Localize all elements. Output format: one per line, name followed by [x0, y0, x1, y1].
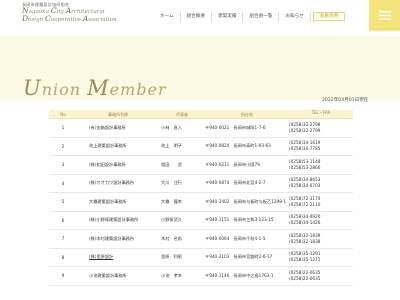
- row-fax: (0258)35-1271: [289, 257, 321, 263]
- row-address: 〒940-0064 長岡市千秋4-1-5: [205, 235, 266, 241]
- col-representative: 代表者: [176, 112, 188, 117]
- row-tel-fax: (0258)22-0635 (0258)22-0635: [289, 267, 353, 285]
- col-office-name: 事務所名称: [108, 112, 128, 117]
- row-fax: (0258)72-2110: [289, 201, 321, 207]
- row-office-name: 大橋建築設計事務所: [77, 193, 159, 211]
- row-no: 4: [61, 180, 65, 186]
- row-address: 〒940-2103 長岡市宮路町2-6-17: [205, 254, 273, 260]
- row-tel-fax: (0258)35-1291 (0258)35-1271: [289, 249, 353, 267]
- table-row: 7 (株)木村建築設計事務所 木村 名前 〒940-0064 長岡市千秋4-1-5 (0…: [49, 230, 353, 249]
- office-name-text: 小池建築設計事務所: [89, 272, 127, 278]
- row-representative: 大橋 龍幸: [161, 198, 182, 204]
- page-title: Union Member: [23, 76, 167, 100]
- office-name-text: (株)相田設計事務所: [89, 161, 126, 167]
- row-office-name: (株)オオカワ設計事務所: [77, 175, 159, 193]
- row-no: 8: [61, 254, 65, 260]
- row-address: 〒940-0824 長岡市高町1-93-63: [205, 143, 271, 149]
- row-address: 〒940-0211 長岡市小国79: [205, 161, 260, 167]
- nav-home[interactable]: ホーム: [154, 12, 180, 22]
- row-tel-fax: (0258)34-8653 (0258)34-0703: [289, 175, 353, 193]
- row-fax: (0258)32-2799: [289, 127, 321, 133]
- hamburger-menu-icon: [378, 11, 391, 20]
- office-name-text: (株)オオカワ設計事務所: [89, 180, 135, 186]
- row-fax: (0258)22-0635: [289, 275, 321, 281]
- menu-button[interactable]: [369, 0, 400, 31]
- table-body: 1 (有)金箱設計事務所 小林 直人 〒940-0021 長岡市城岡1-7-6 (025…: [49, 119, 353, 286]
- row-representative: 相田 武: [161, 161, 182, 167]
- row-office-name: 池上建築設計事務所: [77, 138, 159, 156]
- row-office-name: 小池建築設計事務所: [77, 267, 159, 285]
- office-name-text: (株)木村建築設計事務所: [89, 235, 135, 241]
- row-fax: (0258)32-1838: [289, 238, 321, 244]
- row-no: 5: [61, 199, 65, 205]
- row-no: 6: [61, 217, 65, 223]
- row-fax: (0258)34-1426: [289, 220, 321, 226]
- row-tel-fax: (0258)53-1148 (0258)53-2866: [289, 156, 353, 174]
- table-row: 5 大橋建築設計事務所 大橋 龍幸 〒940-2402 長岡市与板町与板乙1298-1…: [49, 193, 353, 212]
- row-tel-fax: (0258)72-3174 (0258)72-2110: [289, 193, 353, 211]
- member-table: No 事務所名称 代表者 所在地 TEL・FAX 1 (有)金箱設計事務所 小林 直…: [49, 110, 353, 286]
- row-no: 2: [61, 143, 65, 149]
- office-name-text: (株)小野塚建築設計事務所: [89, 217, 139, 223]
- row-office-name: (株)小野塚建築設計事務所: [77, 212, 159, 230]
- row-tel-fax: (0258)34-4920 (0258)34-1426: [289, 212, 353, 230]
- row-fax: (0258)53-2866: [289, 164, 321, 170]
- nav-members[interactable]: 組合員一覧: [242, 12, 278, 22]
- row-representative: 小池 孝幸: [161, 272, 182, 278]
- row-representative: 小野塚武久: [161, 217, 182, 223]
- office-name-text: (有)金箱設計事務所: [89, 124, 126, 130]
- row-representative: 池上 明子: [161, 143, 182, 149]
- as-of-date: 2022年04月01日現在: [322, 98, 369, 103]
- members-only-button[interactable]: 会員専用: [313, 12, 345, 21]
- nav-news[interactable]: お知らせ: [278, 12, 309, 22]
- row-fax: (0258)34-7785: [289, 146, 321, 152]
- office-name-text[interactable]: (株)里原設計: [89, 254, 113, 260]
- row-address: 〒940-1151 長岡市三和3-123-15: [205, 217, 274, 223]
- site-logo[interactable]: 長岡市建築設計協同組合 Nagaoka City Architectural D…: [22, 2, 162, 23]
- row-representative: 小林 直人: [161, 124, 182, 130]
- table-row: 6 (株)小野塚建築設計事務所 小野塚武久 〒940-1151 長岡市三和3-123-…: [49, 212, 353, 230]
- logo-org-name-en-2: Design Cooperative Association: [22, 13, 117, 23]
- office-name-text: 池上建築設計事務所: [89, 143, 127, 149]
- nav-about[interactable]: 組合概要: [179, 12, 211, 22]
- table-row: 4 (株)オオカワ設計事務所 大川 注行 〒940-0874 長岡市北宮4-2-7 (0…: [49, 175, 353, 193]
- row-office-name: (株)里原設計: [77, 249, 159, 267]
- table-row: 9 小池建築設計事務所 小池 孝幸 〒940-1146 長岡市中之島1763-1 (02…: [49, 267, 353, 286]
- row-office-name: (有)金箱設計事務所: [77, 119, 159, 137]
- table-row: 8 (株)里原設計 里原 利昭 〒940-2103 長岡市宮路町2-6-17 (0258…: [49, 249, 353, 267]
- row-address: 〒940-0874 長岡市北宮4-2-7: [205, 180, 266, 186]
- row-representative: 木村 名前: [161, 235, 182, 241]
- office-name-text: 大橋建築設計事務所: [89, 198, 127, 204]
- row-representative: 里原 利昭: [161, 254, 182, 260]
- site-header: 長岡市建築設計協同組合 Nagaoka City Architectural D…: [0, 0, 400, 36]
- row-no: 3: [61, 162, 65, 168]
- row-address: 〒940-0021 長岡市城岡1-7-6: [205, 124, 266, 130]
- table-row: 3 (株)相田設計事務所 相田 武 〒940-0211 長岡市小国79 (0258)53…: [49, 156, 353, 175]
- row-tel-fax: (0258)32-2798 (0258)32-2799: [289, 119, 353, 137]
- col-address: 所在地: [241, 112, 253, 117]
- table-header: No 事務所名称 代表者 所在地 TEL・FAX: [49, 110, 353, 119]
- row-tel-fax: (0258)34-1619 (0258)34-7785: [289, 138, 353, 156]
- row-office-name: (株)相田設計事務所: [77, 156, 159, 174]
- table-row: 1 (有)金箱設計事務所 小林 直人 〒940-0021 長岡市城岡1-7-6 (025…: [49, 119, 353, 138]
- row-office-name: (株)木村建築設計事務所: [77, 230, 159, 248]
- logo-org-name-en-1: Nagaoka City Architectural: [22, 6, 105, 15]
- nav-works[interactable]: 建築実績: [211, 12, 242, 22]
- row-address: 〒940-2402 長岡市与板町与板乙1298-1: [205, 198, 287, 204]
- row-no: 1: [61, 125, 65, 131]
- row-no: 7: [61, 236, 65, 242]
- table-row: 2 池上建築設計事務所 池上 明子 〒940-0824 長岡市高町1-93-63 (02…: [49, 138, 353, 156]
- row-tel-fax: (0258)32-1839 (0258)32-1838: [289, 230, 353, 248]
- row-no: 9: [61, 273, 65, 279]
- hero-band: Union Member: [0, 36, 400, 100]
- col-tel-fax: TEL・FAX: [311, 110, 331, 115]
- col-no: No: [60, 112, 66, 117]
- row-fax: (0258)34-0703: [289, 183, 321, 189]
- row-address: 〒940-1146 長岡市中之島1763-1: [205, 272, 274, 278]
- row-representative: 大川 注行: [161, 180, 182, 186]
